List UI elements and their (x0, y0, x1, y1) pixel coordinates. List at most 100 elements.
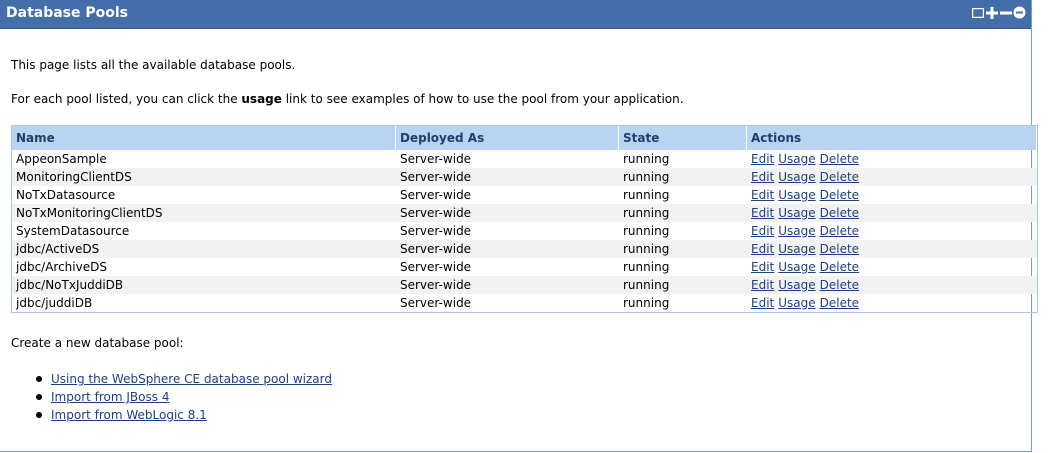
actions-cell: Edit Usage Delete (747, 204, 1037, 222)
state-cell: running (619, 204, 747, 222)
deployed-as-cell: Server-wide (396, 276, 619, 294)
edit-link[interactable]: Edit (751, 242, 774, 256)
actions-cell: Edit Usage Delete (747, 294, 1037, 312)
table-row: NoTxDatasource Server-wide running Edit Usag… (12, 186, 1037, 204)
usage-link[interactable]: Usage (778, 188, 815, 202)
state-cell: running (619, 240, 747, 258)
table-row: jdbc/NoTxJuddiDB Server-wide running Edit Us… (12, 276, 1037, 294)
import-weblogic-link[interactable]: Import from WebLogic 8.1 (51, 408, 207, 422)
state-cell: running (623, 296, 670, 310)
usage-link[interactable]: Usage (778, 296, 815, 310)
column-header-deployed-as: Deployed As (396, 126, 619, 150)
usage-link[interactable]: Usage (778, 152, 815, 166)
pool-name-cell: MonitoringClientDS (12, 168, 396, 186)
deployed-as-cell: Server-wide (396, 168, 619, 186)
window-restore-icon[interactable] (971, 6, 984, 19)
pool-name-cell: AppeonSample (16, 152, 107, 166)
close-icon[interactable] (1013, 6, 1026, 19)
usage-hint-text: For each pool listed, you can click the … (11, 92, 684, 106)
delete-link[interactable]: Delete (820, 206, 859, 220)
state-cell: running (623, 188, 670, 202)
table-row: AppeonSample Server-wide running Edit Usage D… (12, 150, 1037, 168)
delete-link[interactable]: Delete (820, 188, 859, 202)
delete-link[interactable]: Delete (820, 296, 859, 310)
create-pool-options: Using the WebSphere CE database pool wiz… (36, 370, 332, 424)
deployed-as-cell: Server-wide (400, 152, 472, 166)
edit-link[interactable]: Edit (751, 296, 774, 310)
table-row: MonitoringClientDS Server-wide running Edit… (12, 168, 1037, 186)
column-header-state: State (619, 126, 747, 150)
state-cell: running (619, 276, 747, 294)
actions-cell: Edit Usage Delete (747, 258, 1037, 276)
portlet-window-controls (971, 6, 1026, 19)
pool-name-cell: NoTxDatasource (16, 188, 116, 202)
edit-link[interactable]: Edit (751, 152, 774, 166)
pool-name-cell: NoTxMonitoringClientDS (12, 204, 396, 222)
list-item: Using the WebSphere CE database pool wiz… (36, 370, 332, 388)
pool-name-cell: jdbc/ActiveDS (12, 240, 396, 258)
maximize-icon[interactable] (985, 6, 998, 19)
minimize-icon[interactable] (999, 6, 1012, 19)
table-row: jdbc/ActiveDS Server-wide running Edit Usage… (12, 240, 1037, 258)
usage-link[interactable]: Usage (778, 224, 815, 238)
deployed-as-cell: Server-wide (396, 204, 619, 222)
bullet-icon (36, 394, 42, 400)
delete-link[interactable]: Delete (820, 224, 859, 238)
import-jboss-link[interactable]: Import from JBoss 4 (51, 390, 169, 404)
deployed-as-cell: Server-wide (400, 296, 472, 310)
usage-hint-prefix: For each pool listed, you can click the (11, 92, 242, 106)
edit-link[interactable]: Edit (751, 260, 774, 274)
delete-link[interactable]: Delete (820, 260, 859, 274)
usage-link[interactable]: Usage (778, 260, 815, 274)
usage-link[interactable]: Usage (778, 278, 815, 292)
delete-link[interactable]: Delete (820, 242, 859, 256)
table-row: NoTxMonitoringClientDS Server-wide running… (12, 204, 1037, 222)
deployed-as-cell: Server-wide (400, 224, 472, 238)
actions-cell: Edit Usage Delete (747, 240, 1037, 258)
deployed-as-cell: Server-wide (396, 240, 619, 258)
usage-hint-suffix: link to see examples of how to use the p… (281, 92, 684, 106)
table-row: jdbc/juddiDB Server-wide running Edit Usage D… (12, 294, 1037, 312)
delete-link[interactable]: Delete (820, 152, 859, 166)
actions-cell: Edit Usage Delete (747, 276, 1037, 294)
usage-link[interactable]: Usage (778, 206, 815, 220)
state-cell: running (623, 224, 670, 238)
actions-cell: Edit Usage Delete (747, 168, 1037, 186)
pool-name-cell: SystemDatasource (16, 224, 130, 238)
pool-name-cell: jdbc/juddiDB (16, 296, 93, 310)
actions-cell: Edit Usage Delete (747, 150, 1037, 168)
usage-link[interactable]: Usage (778, 170, 815, 184)
intro-text: This page lists all the available databa… (11, 58, 296, 72)
table-header-row: Name Deployed As State Actions (12, 126, 1037, 150)
list-item: Import from WebLogic 8.1 (36, 406, 332, 424)
portlet-title: Database Pools (6, 5, 129, 21)
edit-link[interactable]: Edit (751, 188, 774, 202)
create-pool-label: Create a new database pool: (11, 336, 184, 350)
database-pools-portlet: Database Pools This page lists all the a… (0, 0, 1038, 452)
state-cell: running (623, 152, 670, 166)
bullet-icon (36, 412, 42, 418)
delete-link[interactable]: Delete (820, 170, 859, 184)
edit-link[interactable]: Edit (751, 206, 774, 220)
delete-link[interactable]: Delete (820, 278, 859, 292)
deployed-as-cell: Server-wide (400, 188, 472, 202)
edit-link[interactable]: Edit (751, 170, 774, 184)
state-cell: running (623, 260, 670, 274)
actions-cell: Edit Usage Delete (747, 222, 1037, 240)
usage-link[interactable]: Usage (778, 242, 815, 256)
edit-link[interactable]: Edit (751, 278, 774, 292)
database-pools-table: Name Deployed As State Actions AppeonSam… (11, 125, 1038, 313)
state-cell: running (619, 168, 747, 186)
portlet-titlebar: Database Pools (0, 0, 1031, 29)
bullet-icon (36, 376, 42, 382)
pool-name-cell: jdbc/ArchiveDS (16, 260, 107, 274)
edit-link[interactable]: Edit (751, 224, 774, 238)
wizard-link[interactable]: Using the WebSphere CE database pool wiz… (51, 372, 332, 386)
pool-name-cell: jdbc/NoTxJuddiDB (12, 276, 396, 294)
list-item: Import from JBoss 4 (36, 388, 332, 406)
table-row: SystemDatasource Server-wide running Edit Us… (12, 222, 1037, 240)
usage-keyword: usage (241, 92, 282, 106)
deployed-as-cell: Server-wide (400, 260, 472, 274)
actions-cell: Edit Usage Delete (747, 186, 1037, 204)
table-row: jdbc/ArchiveDS Server-wide running Edit Usag… (12, 258, 1037, 276)
